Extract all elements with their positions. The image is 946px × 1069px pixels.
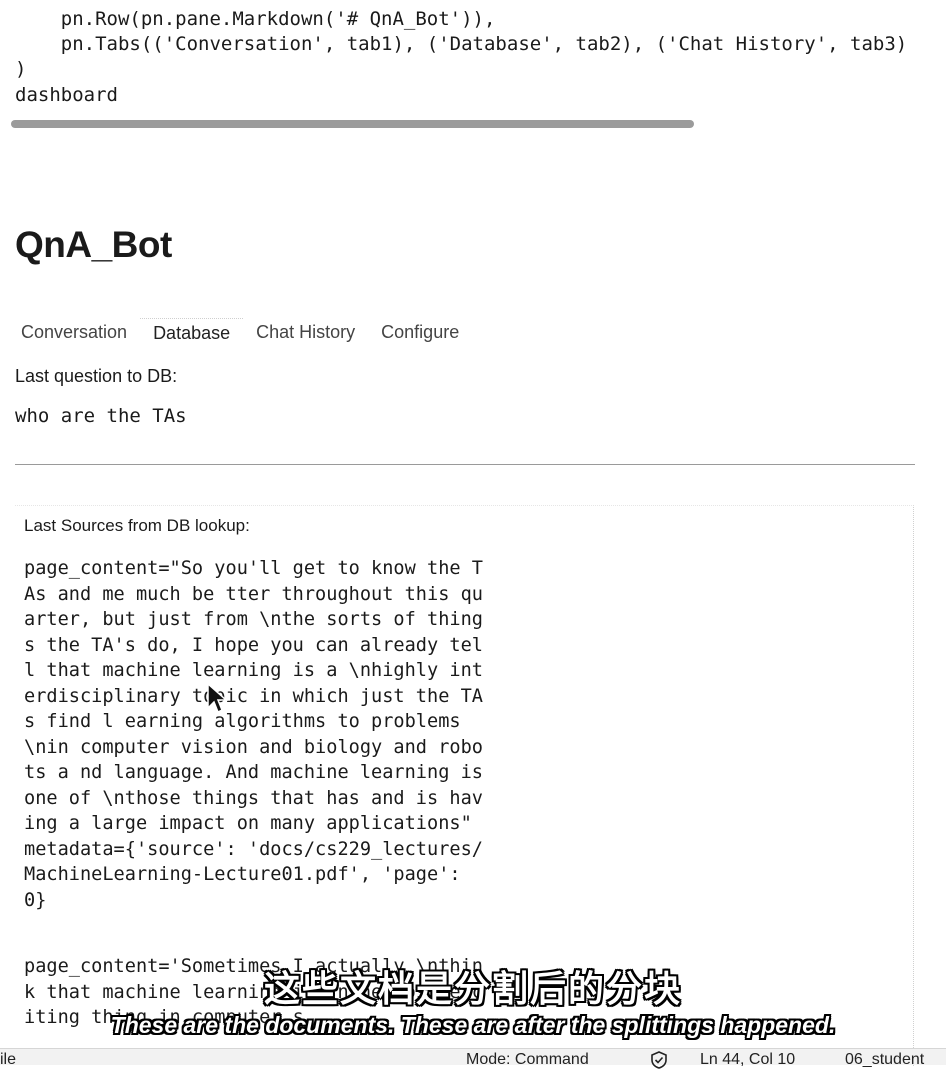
- status-mode[interactable]: Mode: Command: [466, 1051, 589, 1069]
- code-line-dashboard: dashboard: [15, 84, 118, 106]
- code-line-tabs: pn.Tabs(('Conversation', tab1), ('Databa…: [15, 33, 908, 55]
- subtitle-chinese: 这些文档是分割后的分块: [263, 968, 682, 1009]
- status-bar: ile Mode: Command Ln 44, Col 10 06_stude…: [0, 1048, 946, 1069]
- code-line-row: pn.Row(pn.pane.Markdown('# QnA_Bot')),: [15, 8, 496, 30]
- tab-conversation[interactable]: Conversation: [8, 318, 140, 350]
- status-filename[interactable]: 06_student: [845, 1051, 924, 1069]
- source-document: page_content="So you'll get to know the …: [24, 558, 495, 911]
- subtitle-english: These are the documents. These are after…: [110, 1012, 836, 1038]
- tab-configure[interactable]: Configure: [368, 318, 472, 350]
- horizontal-scrollbar-thumb[interactable]: [11, 120, 694, 128]
- shield-check-icon[interactable]: [650, 1051, 668, 1069]
- sources-label: Last Sources from DB lookup:: [24, 516, 250, 535]
- mouse-pointer-icon: [207, 682, 228, 714]
- tab-database[interactable]: Database: [140, 318, 244, 350]
- tab-chat-history[interactable]: Chat History: [243, 318, 368, 350]
- code-line-close-paren: ): [15, 58, 27, 80]
- last-question-text: who are the TAs: [15, 405, 187, 427]
- app-title: QnA_Bot: [15, 224, 172, 265]
- divider: [15, 464, 915, 465]
- last-question-label: Last question to DB:: [15, 366, 178, 386]
- status-cursor-position[interactable]: Ln 44, Col 10: [700, 1051, 795, 1069]
- tab-bar: Conversation Database Chat History Confi…: [8, 318, 472, 350]
- status-left-text: ile: [0, 1051, 17, 1068]
